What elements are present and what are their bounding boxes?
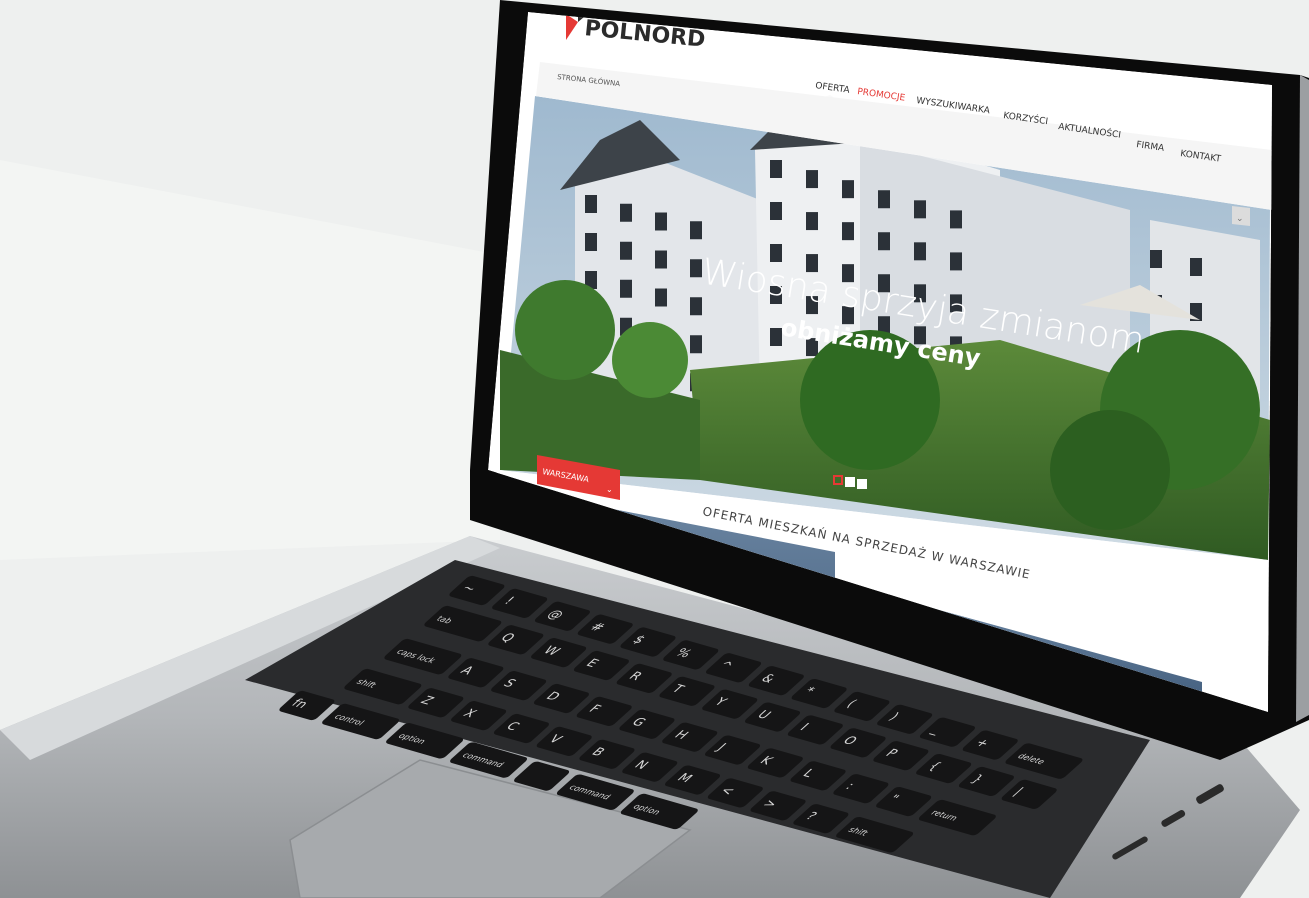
building-window <box>1190 258 1202 276</box>
header-dropdown[interactable]: ⌄ <box>1232 206 1250 226</box>
slider-dot[interactable] <box>845 477 855 487</box>
building-window <box>655 288 667 307</box>
building-window <box>842 180 854 199</box>
building-window <box>585 195 597 213</box>
building-window <box>914 200 926 219</box>
building-window <box>914 242 926 261</box>
building-window <box>770 160 782 178</box>
building-window <box>690 221 702 240</box>
building-window <box>950 210 962 229</box>
building-window <box>770 202 782 220</box>
building-window <box>620 203 632 222</box>
building-window <box>620 279 632 298</box>
laptop-scene: ~!@#$%^&*()_+deletetabQWERTYUIOP{}|caps … <box>0 0 1309 898</box>
building-window <box>1150 250 1162 268</box>
building-window <box>878 232 890 251</box>
chevron-down-icon: ⌄ <box>606 485 613 494</box>
building-window <box>842 222 854 241</box>
building-window <box>655 250 667 269</box>
building-window <box>878 190 890 209</box>
building-window <box>690 297 702 316</box>
building-window <box>690 335 702 354</box>
building-window <box>585 233 597 251</box>
building-window <box>690 259 702 278</box>
slider-dot[interactable] <box>857 479 867 489</box>
building-window <box>770 244 782 262</box>
building-window <box>806 170 818 189</box>
building-window <box>655 212 667 231</box>
building-window <box>620 241 632 260</box>
chevron-down-icon: ⌄ <box>1236 214 1244 224</box>
building-window <box>806 212 818 231</box>
building-window <box>950 252 962 271</box>
